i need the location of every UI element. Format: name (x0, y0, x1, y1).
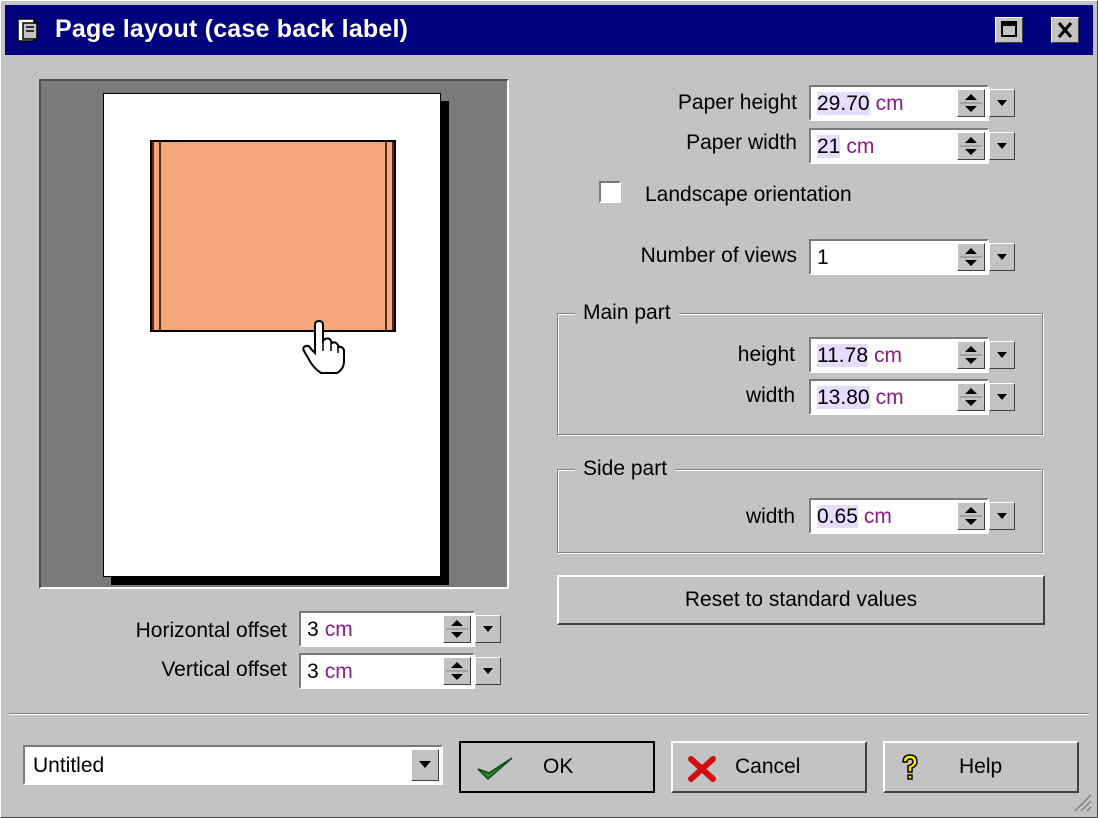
landscape-label[interactable]: Landscape orientation (645, 183, 852, 207)
cancel-button[interactable]: Cancel (671, 741, 867, 793)
help-label: Help (959, 755, 1003, 778)
paper-height-value: 29.70 (817, 92, 870, 115)
x-cancel-icon (688, 756, 716, 782)
main-height-value: 11.78 (817, 344, 868, 367)
paper-height-label: Paper height (677, 91, 797, 114)
main-height-unit: cm (874, 344, 902, 367)
horizontal-offset-value: 3 (307, 618, 319, 641)
label-area[interactable] (150, 140, 396, 332)
chevron-down-icon[interactable] (989, 383, 1015, 411)
chevron-down-icon[interactable] (989, 132, 1015, 160)
paper-width-unit: cm (846, 135, 875, 158)
checkmark-icon (477, 757, 513, 781)
chevron-down-icon[interactable] (989, 502, 1015, 530)
main-part-group (557, 313, 1043, 435)
main-width-spinner[interactable]: 13.80 cm (809, 379, 1015, 415)
horizontal-offset-unit: cm (324, 618, 353, 641)
chevron-down-icon[interactable] (989, 89, 1015, 117)
vertical-offset-unit: cm (324, 660, 353, 683)
question-icon (902, 754, 918, 780)
chevron-down-icon[interactable] (411, 749, 439, 781)
views-spinner[interactable]: 1 (809, 239, 1015, 275)
paper-height-spinner[interactable]: 29.70 cm (809, 85, 1015, 121)
views-label: Number of views (640, 244, 797, 267)
side-width-label: width (745, 505, 795, 528)
close-button[interactable] (1051, 17, 1079, 43)
side-width-spinner[interactable]: 0.65 cm (809, 498, 1015, 534)
main-part-title: Main part (575, 301, 679, 325)
side-width-value: 0.65 (817, 505, 858, 528)
main-height-spinner[interactable]: 11.78 cm (809, 337, 1015, 373)
close-icon (1057, 22, 1073, 38)
vertical-offset-spinner[interactable]: 3 cm (299, 653, 501, 689)
footer-separator (9, 713, 1089, 715)
side-strip-right (385, 142, 394, 330)
spin-arrows-icon[interactable] (957, 502, 985, 530)
paper-height-unit: cm (875, 92, 904, 115)
spin-arrows-icon[interactable] (957, 132, 985, 160)
side-part-title: Side part (575, 457, 676, 481)
cancel-label: Cancel (735, 755, 801, 778)
paper-width-spinner[interactable]: 21 cm (809, 128, 1015, 164)
side-strip-left (152, 142, 161, 330)
template-value: Untitled (33, 754, 105, 777)
landscape-checkbox[interactable] (599, 181, 621, 203)
dialog-window: Page layout (case back label) Horizontal… (0, 0, 1098, 818)
reset-button-label: Reset to standard values (684, 588, 918, 611)
reset-button[interactable]: Reset to standard values (557, 575, 1045, 625)
chevron-down-icon[interactable] (475, 657, 501, 685)
help-button[interactable]: Help (883, 741, 1079, 793)
horizontal-offset-spinner[interactable]: 3 cm (299, 611, 501, 647)
horizontal-offset-label: Horizontal offset (135, 619, 287, 642)
chevron-down-icon[interactable] (475, 615, 501, 643)
minimize-button[interactable] (995, 17, 1023, 43)
minimize-icon (1001, 21, 1017, 37)
resize-grip-icon[interactable] (1071, 791, 1093, 813)
spin-arrows-icon[interactable] (957, 89, 985, 117)
spin-arrows-icon[interactable] (957, 341, 985, 369)
ok-label: OK (543, 755, 574, 778)
paper-width-label: Paper width (686, 131, 797, 154)
vertical-offset-value: 3 (307, 660, 319, 683)
main-width-unit: cm (875, 386, 904, 409)
chevron-down-icon[interactable] (989, 341, 1015, 369)
side-width-unit: cm (863, 505, 892, 528)
window-title: Page layout (case back label) (55, 15, 409, 43)
main-height-label: height (737, 343, 795, 366)
title-bar[interactable]: Page layout (case back label) (5, 5, 1093, 55)
ok-button[interactable]: OK (459, 741, 655, 793)
spin-arrows-icon[interactable] (957, 383, 985, 411)
spin-arrows-icon[interactable] (443, 615, 471, 643)
template-select[interactable]: Untitled (23, 745, 443, 785)
chevron-down-icon[interactable] (989, 243, 1015, 271)
vertical-offset-label: Vertical offset (161, 658, 287, 681)
main-width-value: 13.80 (817, 386, 870, 409)
spin-arrows-icon[interactable] (443, 657, 471, 685)
paper-width-value: 21 (817, 135, 841, 158)
hand-cursor-icon (302, 319, 345, 374)
main-width-label: width (745, 384, 795, 407)
app-icon (17, 18, 38, 42)
spin-arrows-icon[interactable] (957, 243, 985, 271)
views-value: 1 (817, 246, 829, 269)
